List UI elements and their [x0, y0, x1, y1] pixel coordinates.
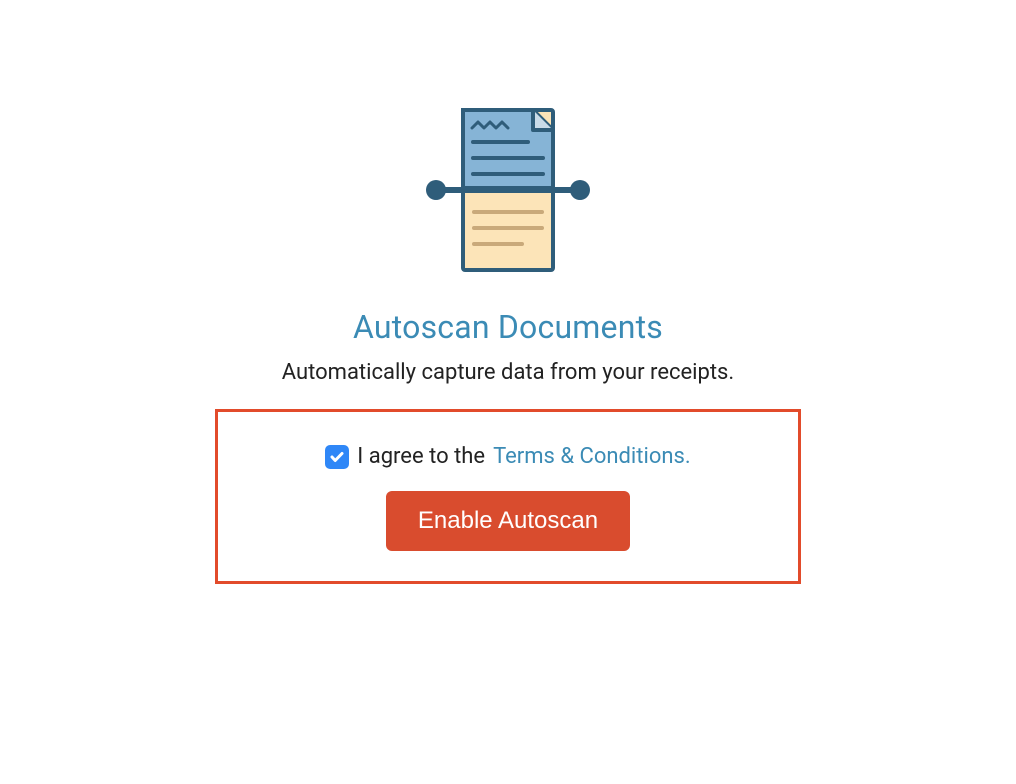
page-title: Autoscan Documents: [353, 308, 663, 346]
consent-box: I agree to the Terms & Conditions. Enabl…: [215, 409, 801, 584]
check-icon: [329, 449, 345, 465]
hero-section: Autoscan Documents Automatically capture…: [215, 100, 801, 584]
terms-link[interactable]: Terms & Conditions.: [493, 444, 691, 469]
enable-autoscan-button[interactable]: Enable Autoscan: [386, 491, 630, 551]
page-subtitle: Automatically capture data from your rec…: [282, 360, 734, 385]
page: Autoscan Documents Automatically capture…: [0, 0, 1016, 784]
agree-prefix-text: I agree to the: [357, 444, 485, 469]
agree-row: I agree to the Terms & Conditions.: [325, 444, 690, 469]
agree-checkbox[interactable]: [325, 445, 349, 469]
document-scan-icon: [408, 100, 608, 280]
